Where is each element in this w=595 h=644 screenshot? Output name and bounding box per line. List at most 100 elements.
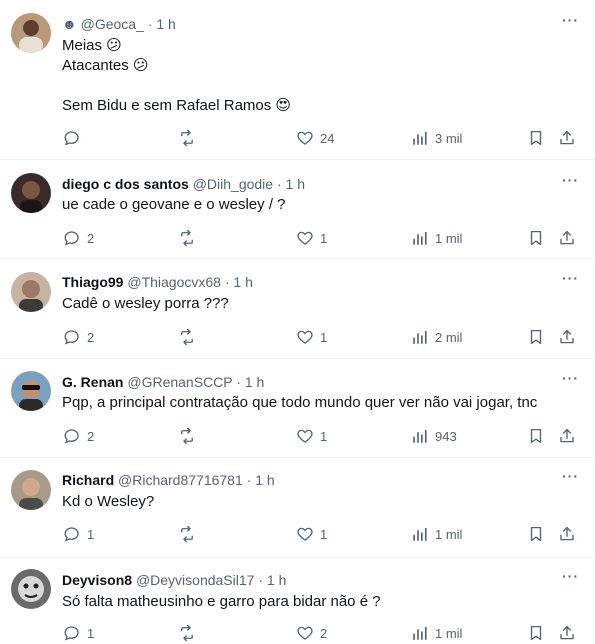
action-bar: 2 1 943 [0, 425, 595, 447]
tweet[interactable]: ☻ @Geoca_ · 1 h ··· Meias 😕 Atacantes 😕 … [0, 0, 595, 160]
tweet-header: Deyvison8 @DeyvisondaSil17 · 1 h [62, 571, 286, 589]
bookmark-button[interactable] [527, 326, 545, 348]
retweet-button[interactable] [178, 523, 202, 545]
user-handle[interactable]: @DeyvisondaSil17 [136, 572, 255, 588]
timestamp[interactable]: 1 h [156, 16, 175, 32]
user-handle[interactable]: @Thiagocvx68 [127, 274, 221, 290]
bookmark-button[interactable] [527, 523, 545, 545]
user-handle[interactable]: ☻ @Geoca_ [62, 16, 144, 32]
timestamp[interactable]: 1 h [245, 374, 264, 390]
like-icon [296, 328, 314, 346]
like-button[interactable]: 1 [296, 326, 327, 348]
like-count: 24 [320, 130, 335, 146]
user-handle[interactable]: @GRenanSCCP [127, 374, 232, 390]
avatar[interactable] [11, 173, 51, 213]
like-icon [296, 525, 314, 543]
retweet-button[interactable] [178, 425, 202, 447]
views-count: 1 mil [435, 625, 463, 641]
share-button[interactable] [558, 523, 576, 545]
views-button[interactable]: 2 mil [411, 326, 462, 348]
views-icon [411, 427, 429, 445]
separator-dot: · [276, 176, 282, 192]
share-icon [558, 624, 576, 642]
avatar[interactable] [11, 470, 51, 510]
like-button[interactable]: 24 [296, 127, 334, 149]
views-button[interactable]: 1 mil [411, 227, 462, 249]
bookmark-button[interactable] [527, 227, 545, 249]
timestamp[interactable]: 1 h [255, 472, 274, 488]
tweet-line: Meias 😕 [62, 37, 122, 54]
tweet-line: Sem Bidu e sem Rafael Ramos 😍 [62, 97, 292, 114]
retweet-icon [178, 328, 196, 346]
like-icon [296, 624, 314, 642]
user-handle[interactable]: @Richard87716781 [118, 472, 243, 488]
views-icon [411, 229, 429, 247]
more-options-icon[interactable]: ··· [562, 270, 579, 286]
views-button[interactable]: 1 mil [411, 523, 462, 545]
timestamp[interactable]: 1 h [233, 274, 252, 290]
action-bar: 2 1 2 mil [0, 326, 595, 348]
share-button[interactable] [558, 127, 576, 149]
more-options-icon[interactable]: ··· [562, 370, 579, 386]
views-icon [411, 624, 429, 642]
user-handle[interactable]: @Diih_godie [193, 176, 273, 192]
action-bar: 2 1 1 mil [0, 227, 595, 249]
avatar[interactable] [11, 569, 51, 609]
reply-button[interactable]: 2 [63, 326, 94, 348]
views-button[interactable]: 3 mil [411, 127, 462, 149]
tweet[interactable]: Deyvison8 @DeyvisondaSil17 · 1 h ··· Só … [0, 558, 595, 642]
avatar[interactable] [11, 371, 51, 411]
tweet[interactable]: Thiago99 @Thiagocvx68 · 1 h ··· Cadê o w… [0, 259, 595, 359]
display-name[interactable]: Deyvison8 [62, 572, 132, 588]
more-options-icon[interactable]: ··· [562, 568, 579, 584]
reply-icon [63, 129, 81, 147]
reply-button[interactable] [63, 127, 87, 149]
like-button[interactable]: 1 [296, 523, 327, 545]
more-options-icon[interactable]: ··· [562, 468, 579, 484]
more-options-icon[interactable]: ··· [562, 12, 579, 28]
retweet-button[interactable] [178, 227, 202, 249]
more-options-icon[interactable]: ··· [562, 172, 579, 188]
tweet-line [62, 76, 291, 96]
display-name[interactable]: Thiago99 [62, 274, 123, 290]
separator-dot: · [236, 374, 241, 390]
avatar[interactable] [11, 13, 51, 53]
share-button[interactable] [558, 227, 576, 249]
display-name[interactable]: Richard [62, 472, 114, 488]
display-name[interactable]: diego c dos santos [62, 176, 189, 192]
share-button[interactable] [558, 425, 576, 447]
timestamp[interactable]: 1 h [286, 176, 305, 192]
like-button[interactable]: 1 [296, 425, 327, 447]
views-count: 1 mil [435, 526, 463, 542]
views-button[interactable]: 943 [411, 425, 457, 447]
timestamp[interactable]: 1 h [267, 572, 286, 588]
tweet-text: Cadê o wesley porra ??? [62, 294, 229, 314]
share-button[interactable] [558, 326, 576, 348]
tweet-header: Richard @Richard87716781 · 1 h [62, 471, 275, 489]
avatar[interactable] [11, 272, 51, 312]
reply-count: 2 [87, 230, 95, 246]
like-button[interactable]: 1 [296, 227, 327, 249]
tweet[interactable]: Richard @Richard87716781 · 1 h ··· Kd o … [0, 458, 595, 558]
action-bar: 1 1 1 mil [0, 523, 595, 545]
display-name[interactable]: G. Renan [62, 374, 123, 390]
tweet-text: Meias 😕 Atacantes 😕 Sem Bidu e sem Rafae… [62, 36, 291, 116]
tweet[interactable]: G. Renan @GRenanSCCP · 1 h ··· Pqp, a pr… [0, 359, 595, 458]
bookmark-icon [527, 624, 545, 642]
tweet[interactable]: diego c dos santos @Diih_godie · 1 h ···… [0, 160, 595, 259]
bookmark-icon [527, 525, 545, 543]
separator-dot: · [246, 472, 252, 488]
tweet-text: Só falta matheusinho e garro para bidar … [62, 592, 381, 612]
tweet-line: Atacantes 😕 [62, 57, 149, 74]
reply-count: 2 [87, 329, 95, 345]
like-count: 1 [320, 329, 328, 345]
reply-button[interactable]: 1 [63, 523, 94, 545]
bookmark-button[interactable] [527, 127, 545, 149]
retweet-button[interactable] [178, 127, 202, 149]
reply-count: 2 [87, 428, 95, 444]
reply-button[interactable]: 2 [63, 425, 94, 447]
retweet-button[interactable] [178, 326, 202, 348]
bookmark-button[interactable] [527, 425, 545, 447]
tweet-line: Kd o Wesley? [62, 493, 155, 510]
reply-button[interactable]: 2 [63, 227, 94, 249]
